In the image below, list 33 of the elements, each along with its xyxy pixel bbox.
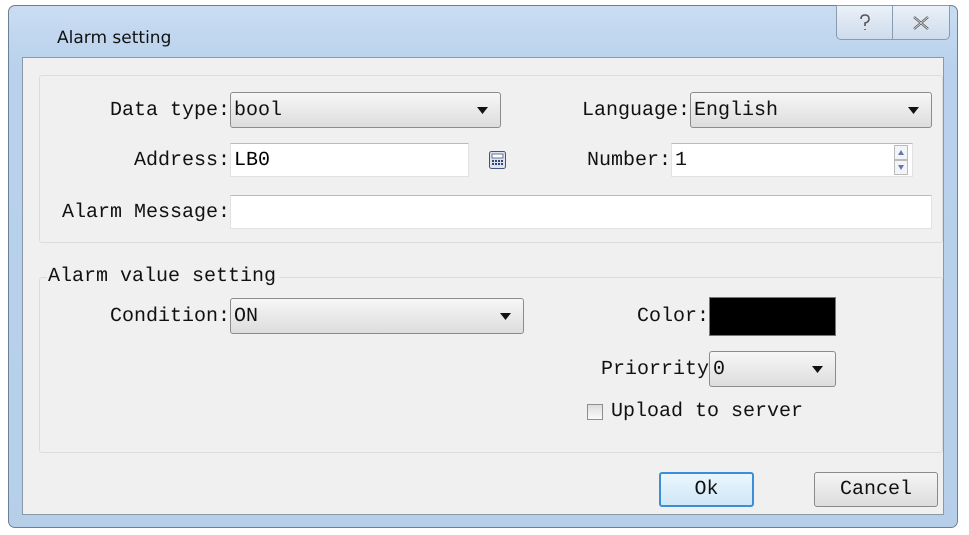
- language-dropdown[interactable]: English: [690, 92, 932, 128]
- group-title: Alarm value setting: [47, 266, 280, 288]
- calculator-icon: [489, 151, 506, 169]
- calculator-button[interactable]: [489, 151, 506, 169]
- close-button[interactable]: [893, 5, 950, 40]
- help-button[interactable]: [836, 5, 893, 40]
- field-label: Condition:: [108, 304, 230, 328]
- field-label: Address:: [132, 148, 230, 172]
- caret-icon: [500, 312, 511, 320]
- condition-dropdown[interactable]: ON: [230, 298, 524, 334]
- field-label: Priorrity: [600, 358, 709, 380]
- alarm-message-field[interactable]: [230, 195, 932, 229]
- priority-dropdown[interactable]: 0: [709, 351, 836, 387]
- field-label: Language:: [580, 98, 690, 122]
- field-label: Color:: [636, 305, 709, 328]
- window-title: Alarm setting: [57, 28, 172, 48]
- close-icon: [912, 16, 930, 30]
- field-label: Number:: [586, 148, 671, 172]
- field-label: Data type:: [108, 98, 230, 122]
- data-type-dropdown[interactable]: bool: [230, 92, 501, 128]
- caret-icon: [477, 106, 488, 114]
- ok-button[interactable]: Ok: [659, 472, 754, 507]
- caret-icon: [812, 366, 823, 372]
- help-icon: [858, 14, 872, 32]
- number-spinbox[interactable]: 1: [671, 143, 913, 177]
- checkbox[interactable]: [587, 404, 603, 420]
- cancel-button[interactable]: Cancel: [814, 472, 938, 507]
- caret-icon: [908, 106, 919, 114]
- color-swatch[interactable]: [709, 297, 836, 336]
- field-label: Alarm Message:: [60, 200, 230, 224]
- address-field[interactable]: LB0: [230, 143, 469, 177]
- spin-arrows-icon: [894, 145, 908, 175]
- checkbox-label: Upload to server: [611, 400, 804, 423]
